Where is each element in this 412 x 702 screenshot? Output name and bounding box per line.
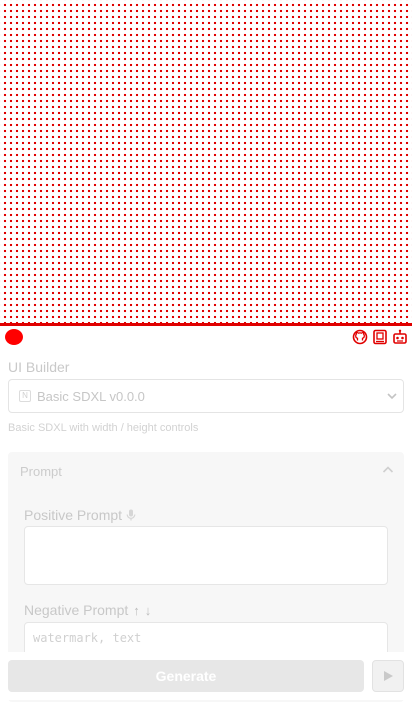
positive-prompt-label: Positive Prompt: [24, 507, 136, 523]
chevron-up-icon[interactable]: [382, 464, 394, 476]
builder-type-icon: N: [19, 390, 31, 402]
status-indicator-icon: [5, 329, 23, 345]
positive-prompt-input[interactable]: [24, 526, 388, 585]
ui-builder-label: UI Builder: [8, 359, 70, 375]
chevron-down-icon: [387, 393, 397, 400]
github-icon[interactable]: [352, 329, 368, 345]
microphone-icon[interactable]: [126, 509, 136, 521]
robot-icon[interactable]: [392, 329, 408, 345]
arrow-up-icon[interactable]: ↑: [133, 603, 140, 618]
negative-prompt-label: Negative Prompt ↑ ↓: [24, 602, 151, 618]
ui-builder-selected: Basic SDXL v0.0.0: [37, 388, 145, 404]
arrow-down-icon[interactable]: ↓: [145, 603, 152, 618]
ui-builder-description: Basic SDXL with width / height controls: [8, 422, 199, 434]
action-bar: Generate: [0, 652, 412, 700]
play-icon: [384, 671, 393, 681]
top-toolbar: [352, 329, 408, 345]
run-button[interactable]: [372, 660, 404, 692]
positive-prompt-label-text: Positive Prompt: [24, 507, 123, 523]
book-icon[interactable]: [372, 329, 388, 345]
canvas-divider[interactable]: [0, 323, 412, 326]
generate-button[interactable]: Generate: [8, 660, 364, 692]
prompt-section-title[interactable]: Prompt: [20, 464, 62, 479]
generation-canvas: [0, 0, 412, 323]
ui-builder-select[interactable]: N Basic SDXL v0.0.0: [8, 379, 404, 413]
negative-prompt-label-text: Negative Prompt: [24, 602, 129, 618]
